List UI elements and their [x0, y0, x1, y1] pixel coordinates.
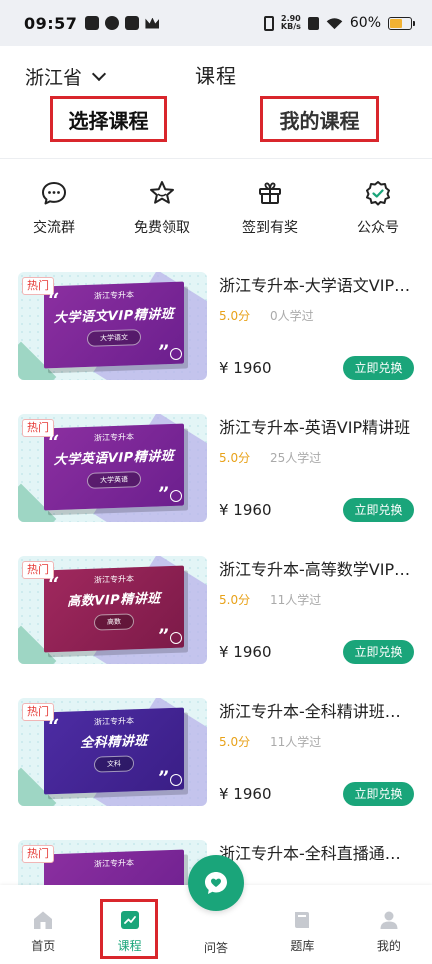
course-thumbnail: 热门 浙江专升本 高数VIP精讲班 高数 “ ”: [18, 556, 207, 664]
quick-item-group-chat[interactable]: 交流群: [0, 159, 108, 255]
header: 浙江省 课程 选择课程 我的课程: [0, 46, 432, 158]
thumbnail-subtitle: 浙江专升本: [94, 432, 134, 443]
course-learners: 11人学过: [270, 735, 322, 749]
course-score: 5.0分: [219, 451, 251, 465]
ring-decoration-icon: [170, 348, 182, 360]
thumbnail-subtitle: 浙江专升本: [94, 858, 134, 869]
weibo-notification-icon: [105, 16, 120, 30]
course-price: ¥ 1960: [219, 785, 272, 803]
notification-icons: [85, 16, 160, 30]
thumbnail-tag: 大学英语: [87, 471, 141, 489]
course-list[interactable]: 热门 浙江专升本 大学语文VIP精讲班 大学语文 “ ” 浙江专升本-大学语文V…: [0, 255, 432, 885]
thumbnail-subtitle: 浙江专升本: [94, 574, 134, 585]
course-title[interactable]: 浙江专升本-大学语文VIP精讲班: [219, 272, 415, 296]
book-icon: [295, 912, 310, 928]
thumbnail-title: 全科精讲班: [80, 733, 148, 752]
quick-item-label: 交流群: [33, 220, 75, 236]
nav-qa-label: 问答: [203, 941, 228, 955]
battery-icon: [388, 16, 415, 30]
course-price: ¥ 1960: [219, 643, 272, 661]
course-price: ¥ 1960: [219, 359, 272, 377]
crown-icon: [145, 17, 160, 29]
network-speed: 2.90 KB/s: [280, 14, 301, 31]
gift-icon: [259, 182, 281, 204]
course-title[interactable]: 浙江专升本-英语VIP精讲班: [219, 414, 415, 438]
redeem-button[interactable]: 立即兑换: [343, 640, 414, 664]
quote-close-icon: ”: [158, 766, 170, 790]
tab-label: 选择课程: [68, 108, 149, 133]
status-bar: 09:57 2.90 KB/s 60%: [0, 0, 432, 46]
course-chart-icon: [120, 911, 139, 929]
quote-close-icon: ”: [158, 482, 170, 506]
course-price: ¥ 1960: [219, 501, 272, 519]
qa-heart-icon: [205, 872, 227, 894]
quote-open-icon: “: [48, 288, 60, 312]
course-learners: 11人学过: [270, 593, 322, 607]
thumbnail-subtitle: 浙江专升本: [94, 290, 134, 301]
quick-menu: 交流群 免费领取 签到有奖 公众号: [0, 159, 432, 255]
thumbnail-title: 大学语文VIP精讲班: [53, 306, 175, 327]
quick-item-label: 签到有奖: [242, 220, 298, 236]
battery-percent: 60%: [349, 15, 381, 31]
course-card[interactable]: 热门 浙江专升本 大学英语VIP精讲班 大学英语 “ ” 浙江专升本-英语VIP…: [0, 397, 432, 539]
thumbnail-title: 大学英语VIP精讲班: [53, 448, 175, 469]
redeem-button[interactable]: 立即兑换: [343, 782, 414, 806]
quick-item-free-claim[interactable]: 免费领取: [108, 159, 216, 255]
course-thumbnail: 热门 浙江专升本 全科精讲班 文科 “ ”: [18, 698, 207, 806]
vibrate-icon: [263, 15, 274, 31]
course-title[interactable]: 浙江专升本-高等数学VIP精讲班: [219, 556, 415, 580]
tab-choose-course[interactable]: 选择课程: [50, 96, 167, 142]
redeem-button[interactable]: 立即兑换: [343, 356, 414, 380]
ring-decoration-icon: [170, 632, 182, 644]
quote-open-icon: “: [48, 572, 60, 596]
thumbnail-tag: 文科: [94, 755, 134, 773]
chat-icon: [42, 182, 66, 205]
redeem-button[interactable]: 立即兑换: [343, 498, 414, 522]
badge-check-icon: [366, 181, 390, 206]
status-time: 09:57: [24, 13, 78, 33]
course-title[interactable]: 浙江专升本-全科精讲班（文科）: [219, 698, 415, 722]
course-card[interactable]: 热门 浙江专升本 全科精讲班 文科 “ ” 浙江专升本-全科精讲班（文科） 5.…: [0, 681, 432, 823]
thumbnail-title: 高数VIP精讲班: [67, 591, 161, 610]
course-score: 5.0分: [219, 309, 251, 323]
course-score: 5.0分: [219, 735, 251, 749]
course-title[interactable]: 浙江专升本-全科直播通关班: [219, 840, 415, 864]
course-card[interactable]: 热门 浙江专升本 大学语文VIP精讲班 大学语文 “ ” 浙江专升本-大学语文V…: [0, 255, 432, 397]
ring-decoration-icon: [170, 774, 182, 786]
course-learners: 25人学过: [270, 451, 322, 465]
app-notification-icon: [85, 16, 100, 30]
thumbnail-board: 浙江专升本: [44, 849, 184, 885]
course-thumbnail: 热门 浙江专升本 大学英语VIP精讲班 大学英语 “ ”: [18, 414, 207, 522]
tab-label: 我的课程: [279, 108, 360, 133]
wifi-icon: [326, 17, 343, 29]
ring-decoration-icon: [170, 490, 182, 502]
mail-notification-icon: [125, 16, 140, 30]
star-icon: [150, 181, 174, 204]
quick-item-checkin-reward[interactable]: 签到有奖: [216, 159, 324, 255]
quick-item-official-account[interactable]: 公众号: [324, 159, 432, 255]
course-thumbnail: 热门 浙江专升本: [18, 840, 207, 885]
course-card[interactable]: 热门 浙江专升本 高数VIP精讲班 高数 “ ” 浙江专升本-高等数学VIP精讲…: [0, 539, 432, 681]
quote-open-icon: “: [48, 430, 60, 454]
thumbnail-tag: 高数: [94, 613, 134, 631]
quick-item-label: 公众号: [357, 220, 399, 236]
course-score: 5.0分: [219, 593, 251, 607]
home-icon: [34, 911, 53, 929]
thumbnail-subtitle: 浙江专升本: [94, 716, 134, 727]
hot-badge: 热门: [22, 845, 54, 863]
quote-close-icon: ”: [158, 624, 170, 648]
quote-open-icon: “: [48, 714, 60, 738]
sim-disabled-icon: [307, 16, 319, 30]
course-learners: 0人学过: [270, 309, 314, 323]
tab-my-courses[interactable]: 我的课程: [260, 96, 379, 142]
qa-center-button[interactable]: [188, 855, 244, 911]
user-icon: [380, 911, 398, 929]
quote-close-icon: ”: [158, 340, 170, 364]
thumbnail-tag: 大学语文: [87, 329, 141, 347]
page-title: 课程: [195, 64, 237, 88]
course-thumbnail: 热门 浙江专升本 大学语文VIP精讲班 大学语文 “ ”: [18, 272, 207, 380]
battery-fill: [390, 18, 402, 28]
quick-item-label: 免费领取: [134, 220, 190, 236]
